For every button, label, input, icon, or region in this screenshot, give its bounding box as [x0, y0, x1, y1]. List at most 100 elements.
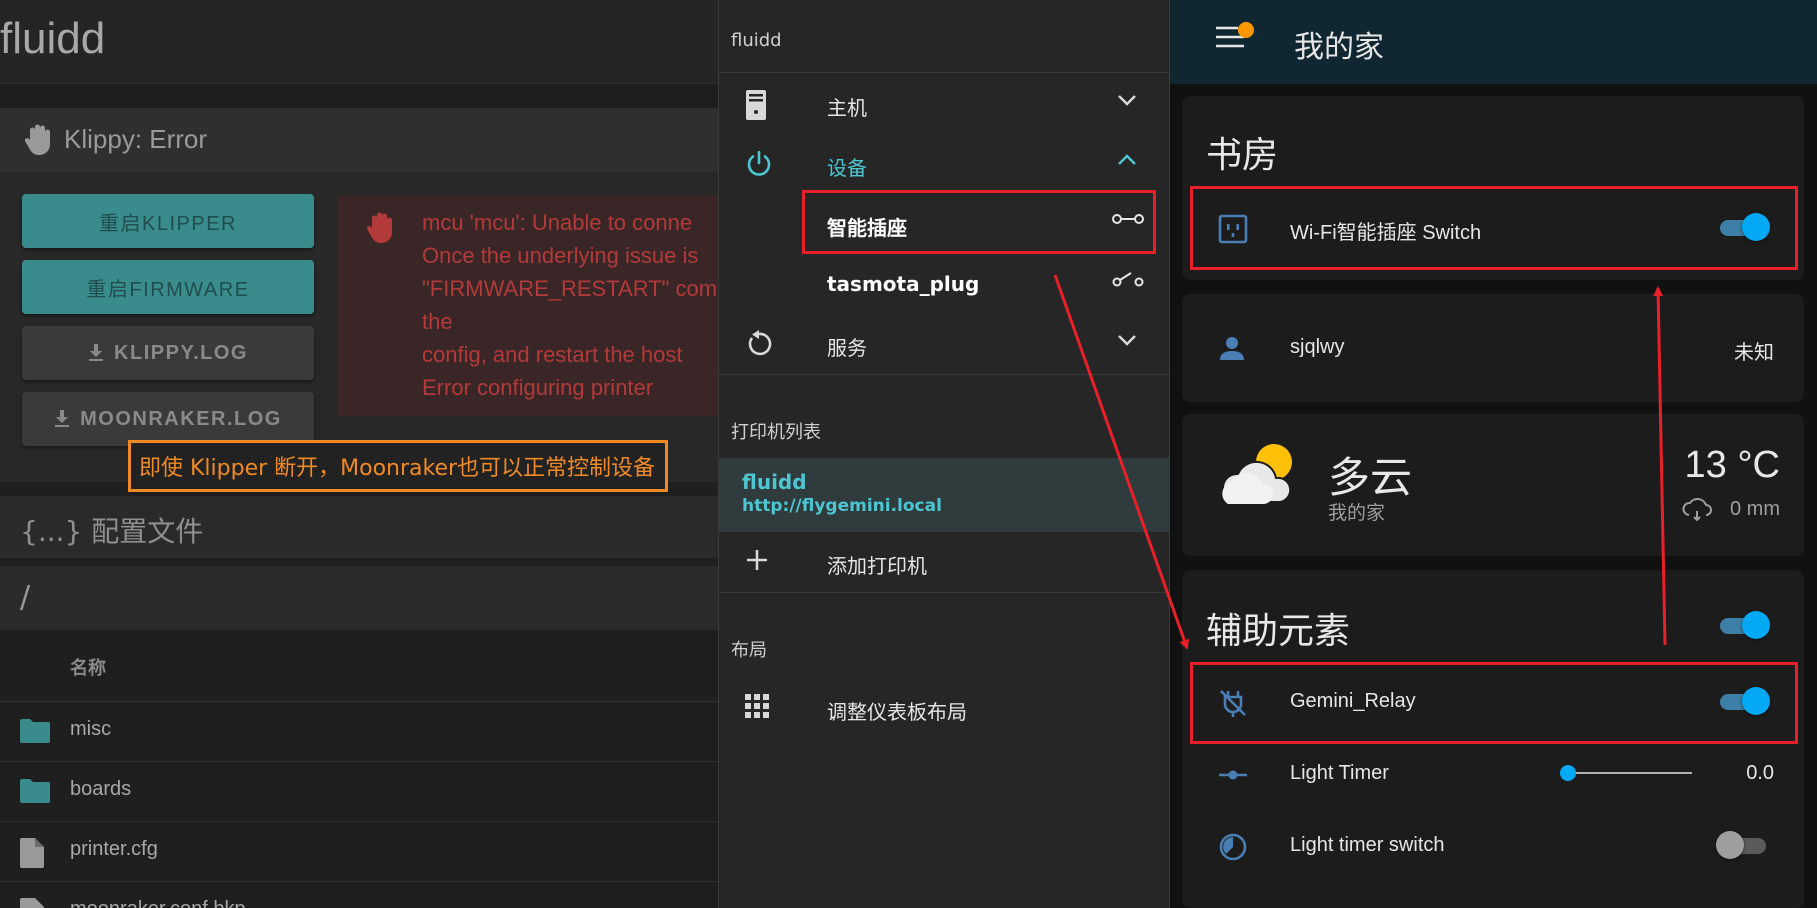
chevron-down-icon [1117, 334, 1137, 346]
path-breadcrumb[interactable]: / [0, 566, 720, 630]
klippy-status-title: Klippy: Error [64, 124, 208, 154]
nav-item-services[interactable]: 服务 [719, 314, 1171, 374]
person-card[interactable]: sjqlwy 未知 [1182, 294, 1804, 402]
hand-icon [366, 210, 396, 244]
nav-item-host[interactable]: 主机 [719, 74, 1171, 134]
nav-item-label: 服务 [827, 336, 867, 360]
entity-row-light-timer-switch[interactable]: Light timer switch [1182, 810, 1804, 882]
file-name: moonraker.conf.bkp [70, 898, 246, 908]
entity-row-light-timer[interactable]: Light Timer 0.0 [1182, 738, 1804, 810]
navigation-drawer: fluidd 主机 设备 智能插座 tasmota_plug 服务 打印机列表 [718, 0, 1171, 908]
home-assistant-dashboard: 我的家 书房 Wi-Fi智能插座 Switch sjqlwy 未知 多云 我的家… [1170, 0, 1817, 908]
highlight-box-smart-plug [802, 190, 1156, 254]
rain-icon [1682, 498, 1712, 522]
chevron-down-icon [1117, 94, 1137, 106]
highlight-box-wifi-plug [1190, 186, 1798, 270]
restart-klipper-label: 重启KLIPPER [99, 212, 237, 235]
server-icon [745, 90, 767, 120]
config-files-title: {...} 配置文件 [20, 515, 204, 548]
top-bar: 我的家 [1170, 0, 1817, 84]
nav-subitem-tasmota-plug[interactable]: tasmota_plug [719, 254, 1171, 314]
precipitation-value: 0 mm [1730, 498, 1780, 520]
column-name-header[interactable]: 名称 [70, 654, 106, 680]
restart-icon [745, 330, 773, 358]
app-bar: fluidd [0, 0, 720, 84]
download-icon [54, 410, 70, 428]
weather-location: 我的家 [1328, 502, 1386, 524]
klippy-log-button[interactable]: KLIPPY.LOG [22, 326, 314, 380]
printer-list-item[interactable]: fluidd http://flygemini.local [719, 458, 1171, 532]
section-title-printers: 打印机列表 [731, 422, 821, 443]
file-name: printer.cfg [70, 838, 158, 860]
slider-thumb[interactable] [1560, 765, 1576, 781]
file-name: boards [70, 778, 132, 800]
error-alert: mcu 'mcu': Unable to conne Once the unde… [338, 196, 720, 416]
add-printer-button[interactable]: 添加打印机 [719, 532, 1171, 592]
adjust-layout-label: 调整仪表板布局 [827, 700, 967, 724]
printer-name: fluidd [742, 470, 807, 494]
klippy-card-header: Klippy: Error [0, 108, 720, 172]
light-timer-slider[interactable] [1560, 765, 1692, 781]
add-printer-label: 添加打印机 [827, 554, 927, 578]
temperature-value: 13 °C [1684, 444, 1780, 486]
ray-vertex-icon [1218, 760, 1248, 790]
chevron-up-icon [1117, 154, 1137, 166]
dashboard-title: 我的家 [1294, 30, 1384, 65]
entity-name: Light Timer [1290, 762, 1389, 784]
restart-firmware-button[interactable]: 重启FIRMWARE [22, 260, 314, 314]
partly-cloudy-icon [1218, 438, 1302, 508]
helpers-header-toggle[interactable] [1716, 610, 1770, 640]
light-timer-switch-toggle[interactable] [1716, 830, 1770, 860]
grid-icon [745, 694, 769, 718]
switch-open-icon [1111, 272, 1145, 288]
error-message-line: the [422, 309, 453, 334]
download-icon [88, 344, 104, 362]
restart-klipper-button[interactable]: 重启KLIPPER [22, 194, 314, 248]
file-icon [20, 838, 44, 868]
power-icon [745, 150, 773, 178]
light-timer-value: 0.0 [1746, 762, 1774, 784]
error-message-line: Error configuring printer [422, 375, 654, 400]
plus-icon [745, 548, 769, 572]
app-title: fluidd [0, 14, 106, 63]
entity-name: Light timer switch [1290, 834, 1445, 856]
person-name: sjqlwy [1290, 336, 1345, 358]
folder-icon [20, 778, 50, 804]
nav-subitem-label: tasmota_plug [827, 272, 980, 296]
error-message-line: Once the underlying issue is [422, 243, 699, 268]
highlight-box-gemini-relay [1190, 662, 1798, 744]
moonraker-log-label: MOONRAKER.LOG [80, 407, 282, 430]
divider [719, 374, 1171, 375]
fluidd-dashboard: fluidd Klippy: Error 重启KLIPPER 重启FIRMWAR… [0, 0, 720, 908]
section-title-layout: 布局 [731, 640, 767, 661]
file-row[interactable]: misc [0, 702, 720, 762]
printer-url: http://flygemini.local [742, 496, 942, 516]
account-icon [1218, 334, 1246, 362]
folder-icon [20, 718, 50, 744]
screenshot-root: fluidd Klippy: Error 重启KLIPPER 重启FIRMWAR… [0, 0, 1817, 908]
person-state: 未知 [1734, 342, 1774, 364]
timer-icon [1218, 832, 1248, 862]
nav-item-label: 主机 [827, 96, 867, 120]
moonraker-log-button[interactable]: MOONRAKER.LOG [22, 392, 314, 446]
card-title: 书房 [1206, 135, 1279, 176]
klippy-log-label: KLIPPY.LOG [114, 341, 248, 364]
config-files-header: {...} 配置文件 [0, 496, 720, 558]
adjust-layout-button[interactable]: 调整仪表板布局 [719, 678, 1171, 738]
weather-condition: 多云 [1328, 453, 1413, 502]
nav-item-devices[interactable]: 设备 [719, 134, 1171, 194]
file-name: misc [70, 718, 112, 740]
klippy-card: Klippy: Error 重启KLIPPER 重启FIRMWARE KLIPP… [0, 108, 720, 482]
file-table-header: 名称 [0, 632, 720, 702]
drawer-title: fluidd [731, 30, 782, 51]
file-icon [20, 898, 44, 908]
file-row[interactable]: moonraker.conf.bkp [0, 882, 720, 908]
weather-card[interactable]: 多云 我的家 13 °C 0 mm [1182, 414, 1804, 556]
file-row[interactable]: boards [0, 762, 720, 822]
file-row[interactable]: printer.cfg [0, 822, 720, 882]
hand-icon [24, 122, 54, 156]
restart-firmware-label: 重启FIRMWARE [86, 278, 250, 301]
notification-badge [1238, 22, 1254, 38]
entity-row-person[interactable]: sjqlwy 未知 [1182, 312, 1804, 384]
current-path: / [20, 580, 31, 615]
